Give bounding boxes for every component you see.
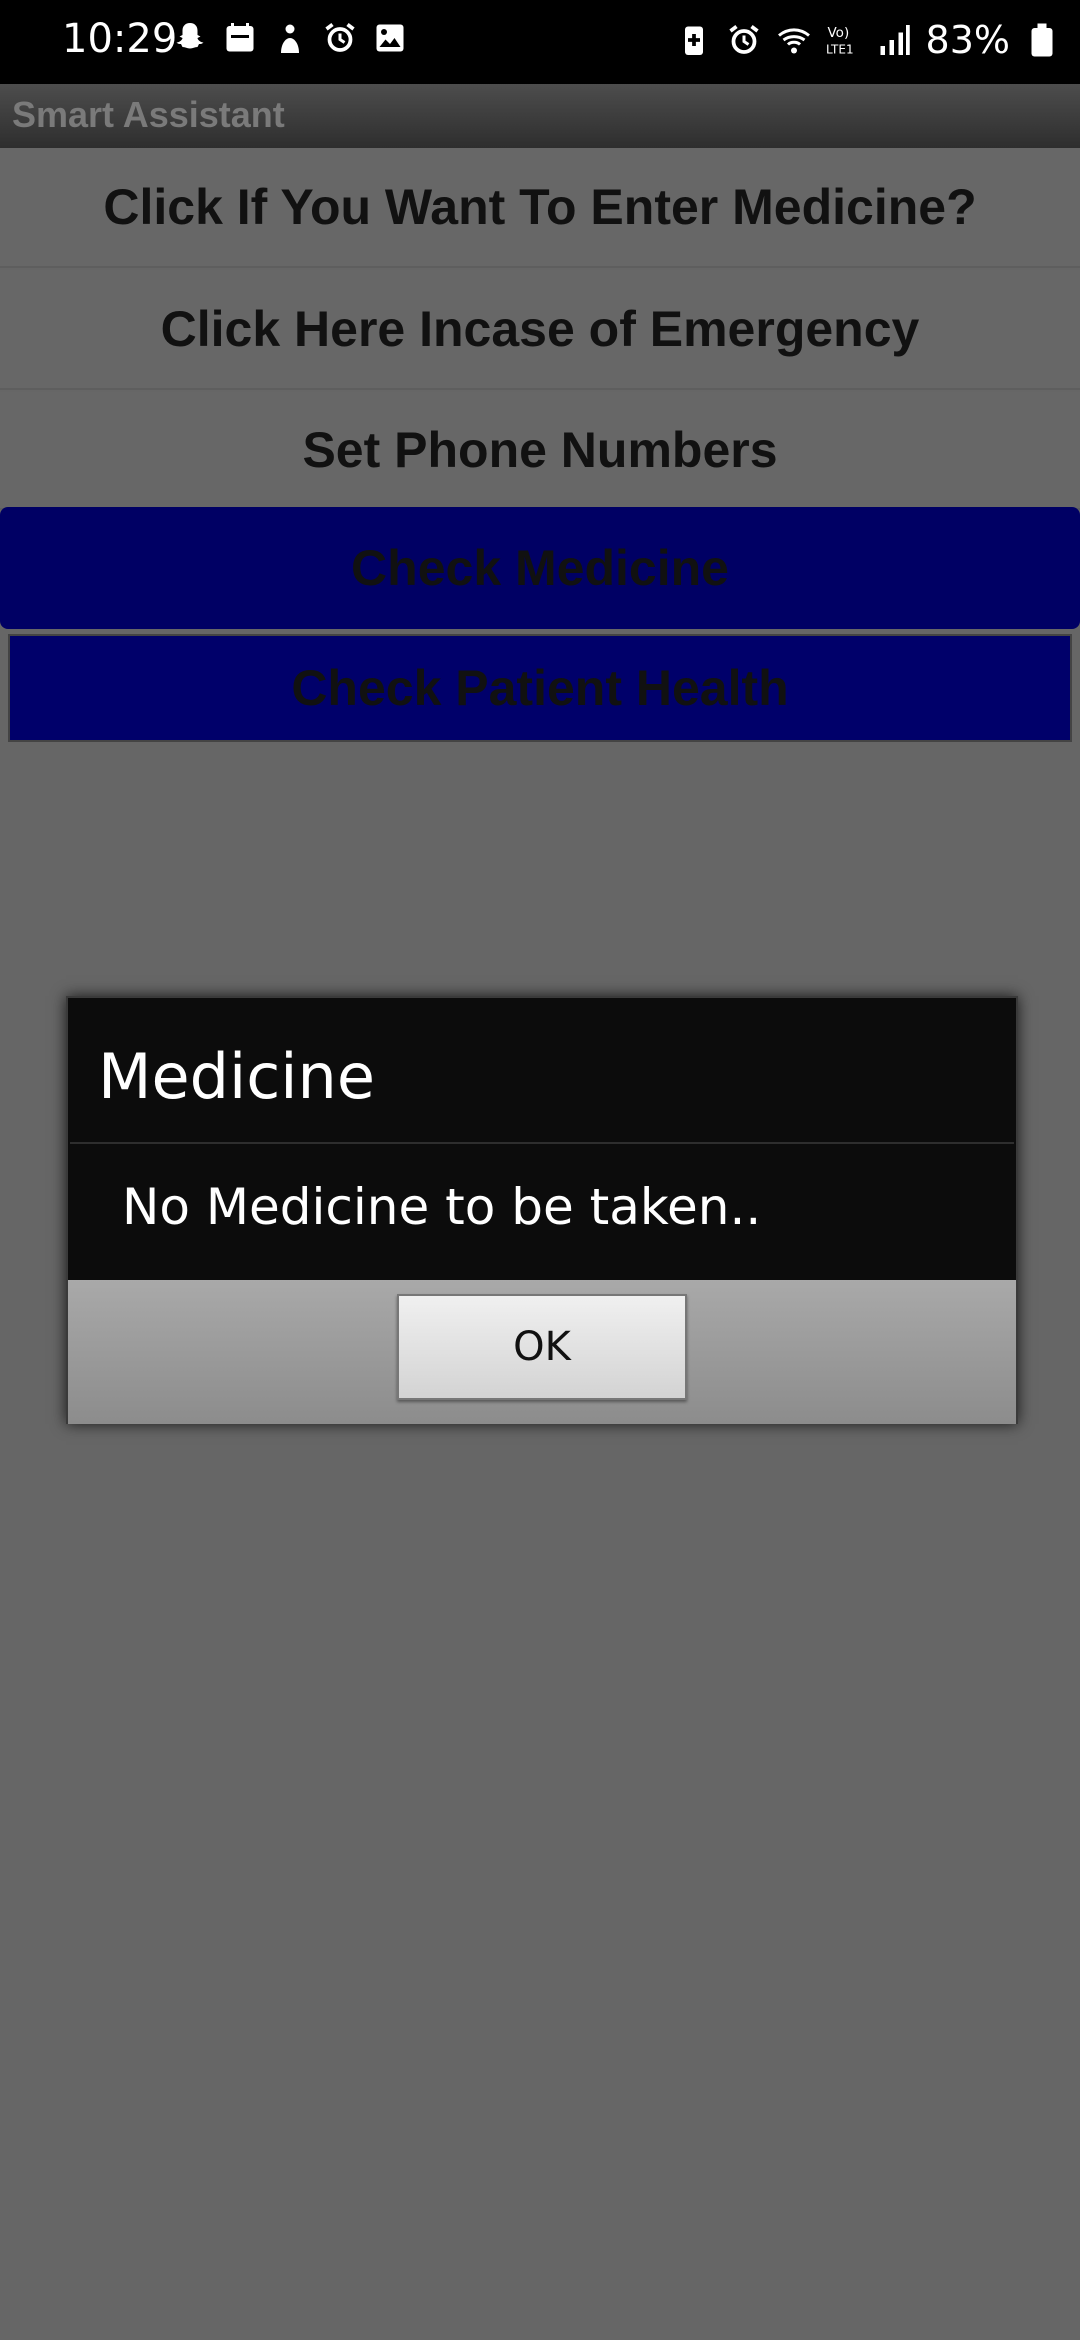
check-medicine-button[interactable]: Check Medicine <box>0 507 1080 629</box>
dialog-message: No Medicine to be taken.. <box>122 1178 762 1236</box>
title-bar: Smart Assistant <box>0 84 1080 148</box>
dialog-divider <box>70 1142 1014 1144</box>
svg-text:Vo): Vo) <box>827 25 849 41</box>
svg-text:LTE1: LTE1 <box>826 43 854 57</box>
ok-button[interactable]: OK <box>397 1294 687 1400</box>
volte-icon: Vo) LTE1 <box>826 25 854 57</box>
check-patient-health-button[interactable]: Check Patient Health <box>8 634 1072 742</box>
person-icon <box>281 24 299 53</box>
medicine-dialog: Medicine No Medicine to be taken.. OK <box>66 996 1018 1424</box>
alarm-icon <box>728 25 759 54</box>
alarm-icon <box>325 23 355 52</box>
status-time: 10:29 <box>62 16 178 62</box>
calendar-icon <box>226 23 254 52</box>
system-icons: Vo) LTE1 83% <box>676 18 1060 62</box>
battery-percent: 83% <box>925 18 1010 62</box>
signal-icon <box>880 25 910 55</box>
dialog-title: Medicine <box>98 1040 375 1113</box>
gallery-icon <box>376 24 404 52</box>
battery-icon <box>1031 23 1053 57</box>
emergency-button[interactable]: Click Here Incase of Emergency <box>0 270 1080 390</box>
status-bar: 10:29 Vo) LTE1 83% <box>0 0 1080 84</box>
notification-icons <box>172 20 408 56</box>
set-phone-numbers-button[interactable]: Set Phone Numbers <box>0 392 1080 510</box>
app-screen: Smart Assistant Click If You Want To Ent… <box>0 84 1080 2340</box>
app-title: Smart Assistant <box>12 94 285 135</box>
enter-medicine-button[interactable]: Click If You Want To Enter Medicine? <box>0 148 1080 268</box>
dialog-button-bar: OK <box>68 1280 1016 1424</box>
snapchat-icon <box>176 23 204 49</box>
wifi-icon <box>777 28 810 54</box>
battery-saver-icon <box>684 26 703 55</box>
